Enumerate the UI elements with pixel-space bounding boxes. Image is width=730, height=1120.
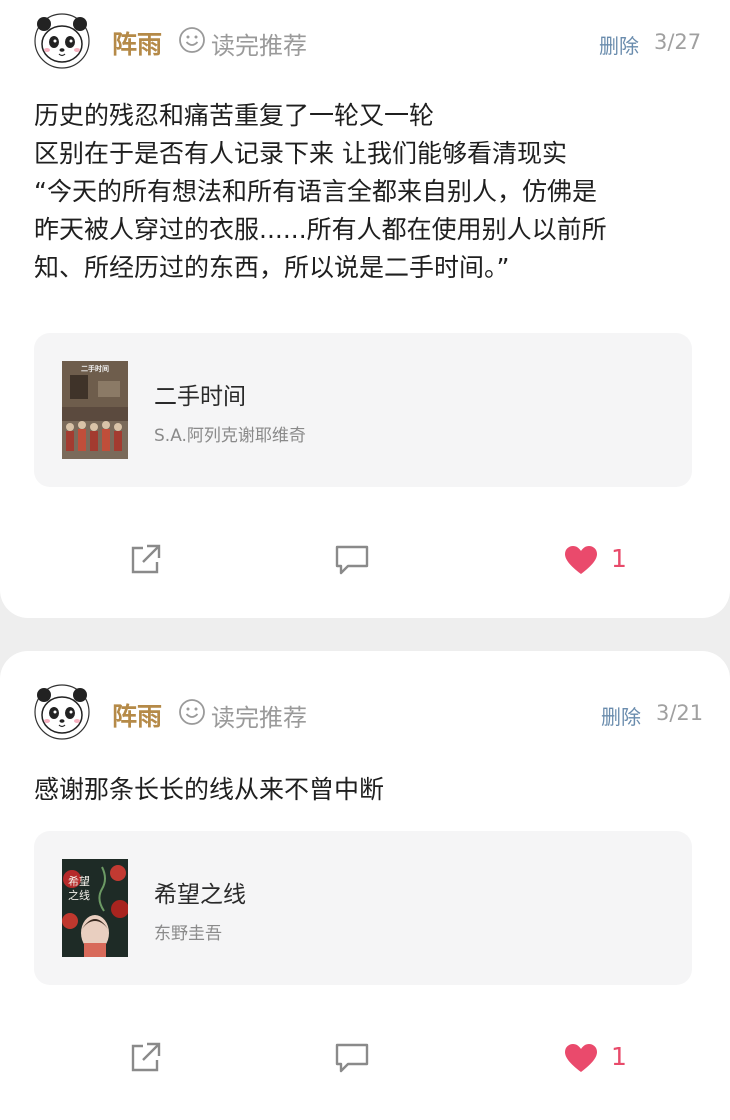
recommend-label: 读完推荐 [211,704,307,732]
book-card[interactable]: 希望之线 希望之线 东野圭吾 [34,831,692,985]
recommend-label: 读完推荐 [211,32,307,60]
post-card: 阵雨 读完推荐 删除 3/27 历史的残忍和痛苦重复了一轮又一轮 区别在于是否有… [0,0,730,618]
like-button[interactable]: 1 [563,542,643,582]
like-count: 1 [611,544,627,573]
book-cover-text: 二手时间 [81,365,109,373]
share-icon [131,544,161,574]
post-card: 阵雨 读完推荐 删除 3/21 感谢那条长长的线从来不曾中断 希望之线 希望之线… [0,651,730,1120]
like-count: 1 [611,1042,627,1071]
delete-button[interactable]: 删除 [601,701,641,730]
book-title: 二手时间 [154,384,246,410]
panda-avatar-icon [34,684,90,740]
book-cover-text: 希望之线 [68,875,90,902]
avatar[interactable] [33,12,91,70]
post-content: 感谢那条长长的线从来不曾中断 [34,775,385,804]
book-cover: 希望之线 [62,859,128,957]
action-bar: 1 [0,542,730,592]
comment-button[interactable] [333,1040,371,1080]
avatar[interactable] [33,683,91,741]
book-card[interactable]: 二手时间 二手时间 S.A.阿列克谢耶维奇 [34,333,692,487]
post-content: 历史的残忍和痛苦重复了一轮又一轮 区别在于是否有人记录下来 让我们能够看清现实 … [34,101,607,282]
share-icon [131,1042,161,1072]
username[interactable]: 阵雨 [112,697,162,733]
username[interactable]: 阵雨 [112,25,162,61]
share-button[interactable] [127,1040,163,1080]
heart-icon [565,1044,597,1072]
smiley-icon [178,26,206,54]
book-cover: 二手时间 [62,361,128,459]
heart-icon [565,546,597,574]
delete-button[interactable]: 删除 [599,30,639,59]
comment-icon [335,545,369,575]
post-header: 阵雨 读完推荐 删除 3/21 [0,675,730,755]
post-header: 阵雨 读完推荐 删除 3/27 [0,0,730,80]
post-date: 3/21 [656,701,704,725]
comment-icon [335,1043,369,1073]
comment-button[interactable] [333,542,371,582]
book-author: 东野圭吾 [154,924,222,944]
book-author: S.A.阿列克谢耶维奇 [154,426,306,446]
panda-avatar-icon [34,13,90,69]
smiley-icon [178,698,206,726]
post-date: 3/27 [654,30,702,54]
action-bar: 1 [0,1040,730,1090]
like-button[interactable]: 1 [563,1040,643,1080]
share-button[interactable] [127,542,163,582]
book-title: 希望之线 [154,882,246,908]
